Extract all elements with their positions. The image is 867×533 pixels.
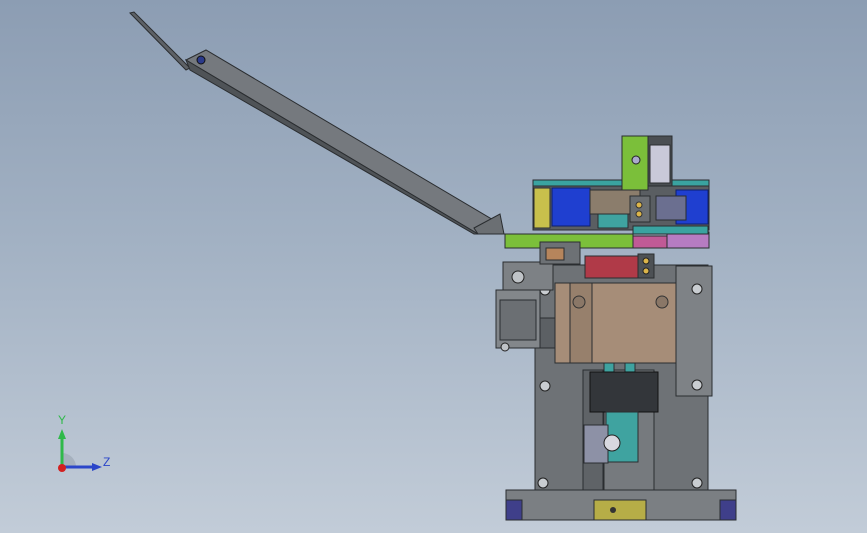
- red-block[interactable]: [584, 253, 655, 279]
- cad-3d-viewport[interactable]: Y Z: [0, 0, 867, 533]
- z-axis-label: Z: [103, 455, 111, 469]
- y-axis-label: Y: [58, 413, 67, 427]
- fixture-assembly-model[interactable]: [0, 0, 867, 533]
- base-plate[interactable]: [505, 489, 737, 521]
- coordinate-triad: [58, 429, 102, 472]
- inclined-arm[interactable]: [129, 11, 505, 235]
